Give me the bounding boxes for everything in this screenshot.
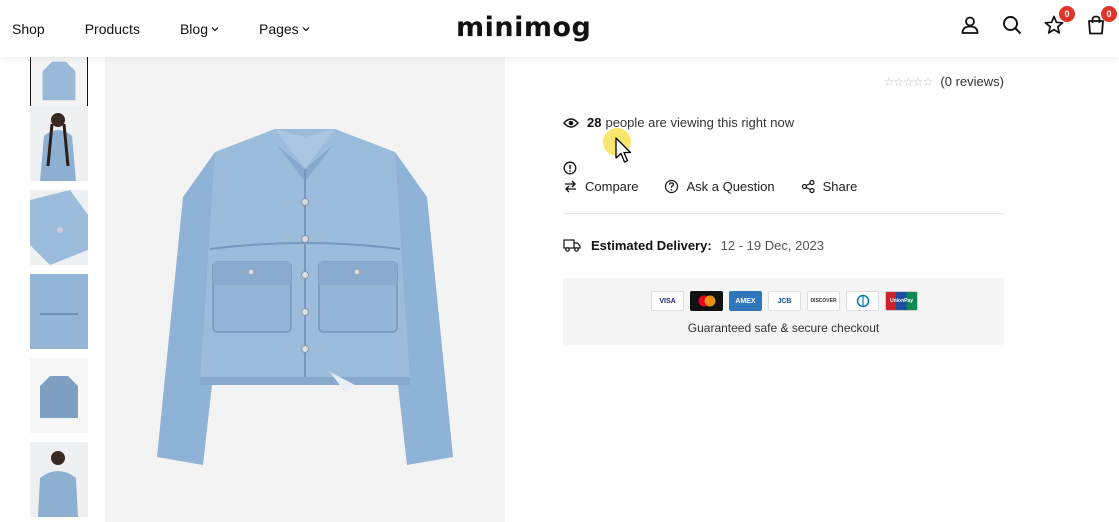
cart-button[interactable]: 0	[1085, 6, 1117, 36]
product-actions: Compare Ask a Question Share	[563, 179, 883, 194]
reviews-count: (0 reviews)	[940, 74, 1004, 89]
nav-shop-label: Shop	[12, 20, 45, 37]
search-icon	[1003, 16, 1022, 35]
viewing-count: 28	[587, 115, 602, 130]
chevron-down-icon	[302, 26, 310, 31]
thumbnail-3[interactable]	[30, 190, 88, 265]
compare-label: Compare	[585, 179, 639, 194]
chevron-down-icon	[211, 26, 219, 31]
closeup-thumbnail-image	[30, 274, 88, 349]
jcb-label: JCB	[777, 297, 792, 305]
mastercard-circles	[698, 295, 715, 307]
info-icon[interactable]	[563, 161, 577, 175]
model-thumbnail-image	[30, 106, 88, 181]
denim-jacket-image	[105, 57, 505, 522]
nav-blog[interactable]: Blog	[180, 21, 219, 37]
search-button[interactable]	[1001, 14, 1023, 36]
share-label: Share	[822, 179, 858, 194]
amex-label: AMEX	[735, 297, 756, 305]
nav-pages-label: Pages	[258, 20, 299, 37]
nav-products[interactable]: Products	[85, 21, 140, 37]
header-actions: 0 0	[939, 6, 1117, 36]
thumbnail-6[interactable]	[30, 442, 88, 517]
unionpay-label: UnionPay	[889, 298, 914, 304]
visa-label: VISA	[659, 297, 676, 305]
delivery-label: Estimated Delivery:	[591, 237, 712, 253]
rating-stars-icon: ☆☆☆☆☆	[883, 74, 934, 89]
rating-row[interactable]: ☆☆☆☆☆ (0 reviews)	[884, 74, 1004, 89]
site-header: Shop Products Blog Pages minimog 0 0	[0, 0, 1119, 57]
live-viewers: 28 people are viewing this right now	[563, 115, 794, 130]
nav-pages[interactable]: Pages	[259, 21, 310, 37]
model-thumbnail-image	[30, 442, 88, 517]
user-icon	[961, 16, 979, 34]
nav-shop[interactable]: Shop	[12, 21, 45, 37]
jcb-card-icon: JCB	[768, 291, 801, 311]
compare-button[interactable]: Compare	[563, 179, 638, 194]
unionpay-card-icon: UnionPay	[885, 291, 918, 311]
diners-logo	[856, 294, 869, 308]
thumbnail-5[interactable]	[30, 358, 88, 433]
nav-products-label: Products	[84, 20, 140, 37]
ask-question-button[interactable]: Ask a Question	[664, 179, 775, 194]
delivery-date: 12 - 19 Dec, 2023	[720, 237, 825, 253]
amex-card-icon: AMEX	[729, 291, 762, 311]
mastercard-icon	[690, 291, 723, 311]
question-circle-icon	[665, 179, 679, 194]
share-icon	[801, 179, 815, 194]
estimated-delivery: Estimated Delivery: 12 - 19 Dec, 2023	[563, 237, 824, 253]
diners-card-icon	[846, 291, 879, 311]
detail-thumbnail-image	[30, 190, 88, 265]
wishlist-button[interactable]: 0	[1043, 6, 1075, 36]
account-button[interactable]	[959, 14, 981, 36]
secure-checkout-box: VISA AMEX JCB DISCOVER UnionPay Guarante…	[563, 278, 1004, 345]
thumbnail-4[interactable]	[30, 274, 88, 349]
visa-card-icon: VISA	[651, 291, 684, 311]
payment-methods: VISA AMEX JCB DISCOVER UnionPay	[651, 291, 924, 311]
delivery-truck-icon	[563, 239, 581, 252]
ask-question-label: Ask a Question	[686, 179, 775, 194]
viewing-text: people are viewing this right now	[605, 115, 795, 130]
discover-label: DISCOVER	[810, 298, 837, 304]
thumbnail-2[interactable]	[30, 106, 88, 181]
share-button[interactable]: Share	[801, 179, 858, 194]
eye-icon	[563, 117, 579, 128]
wishlist-count-badge: 0	[1059, 6, 1075, 22]
divider	[563, 213, 1004, 214]
mouse-pointer-icon	[615, 137, 632, 163]
compare-arrows-icon	[565, 180, 576, 193]
cart-count-badge: 0	[1101, 6, 1117, 22]
main-nav: Shop Products Blog Pages	[12, 0, 350, 57]
nav-blog-label: Blog	[179, 20, 208, 37]
product-main-image[interactable]	[105, 57, 505, 522]
site-logo[interactable]: minimog	[456, 12, 591, 43]
jacket-thumbnail-image	[30, 358, 88, 433]
secure-checkout-text: Guaranteed safe & secure checkout	[687, 321, 880, 335]
discover-card-icon: DISCOVER	[807, 291, 840, 311]
